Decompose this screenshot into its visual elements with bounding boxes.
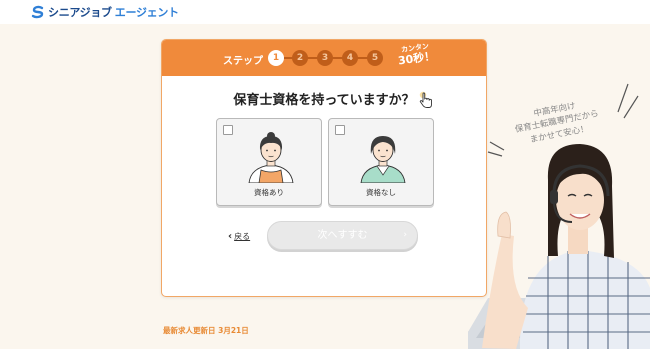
last-updated-text: 最新求人更新日 3月21日: [163, 326, 249, 335]
option-label: 資格あり: [254, 188, 284, 197]
logo-text-main: シニアジョブ: [48, 6, 112, 19]
logo-text-sub: エージェント: [114, 6, 179, 19]
next-button-label: 次へすすむ: [317, 230, 368, 241]
option-checkbox[interactable]: [223, 125, 233, 135]
back-link[interactable]: ‹ 戻る: [228, 231, 250, 242]
step-progress-bar: ステップ 1 2 3 4 5 カンタン 30秒！: [162, 40, 486, 76]
question-card: ステップ 1 2 3 4 5 カンタン 30秒！ 保育士資格を持っていますか？ …: [161, 39, 487, 297]
option-not-qualified[interactable]: 資格なし: [328, 118, 434, 206]
step-label: ステップ: [223, 56, 263, 67]
quick-badge: カンタン 30秒！: [395, 42, 437, 67]
site-header: シニアジョブ エージェント: [0, 0, 650, 24]
step-2: 2: [292, 50, 308, 66]
chevron-right-icon: ›: [403, 230, 407, 240]
woman-in-cardigan-icon: [360, 136, 406, 183]
step-5: 5: [367, 50, 383, 66]
step-1: 1: [268, 50, 284, 66]
back-label: 戻る: [234, 232, 251, 241]
chevron-left-icon: ‹: [228, 230, 233, 242]
woman-with-apron-icon: [248, 132, 294, 183]
site-logo[interactable]: シニアジョブ エージェント: [31, 4, 179, 20]
option-checkbox[interactable]: [335, 125, 345, 135]
s-logo-icon: [31, 5, 44, 19]
step-4: 4: [342, 50, 358, 66]
operator-photo: [468, 144, 650, 349]
option-label: 資格なし: [366, 188, 396, 197]
next-button[interactable]: 次へすすむ ›: [267, 221, 418, 250]
hand-pointer-icon: [419, 91, 432, 108]
question-title: 保育士資格を持っていますか？: [233, 93, 415, 108]
option-qualified[interactable]: 資格あり: [216, 118, 322, 206]
step-3: 3: [317, 50, 333, 66]
